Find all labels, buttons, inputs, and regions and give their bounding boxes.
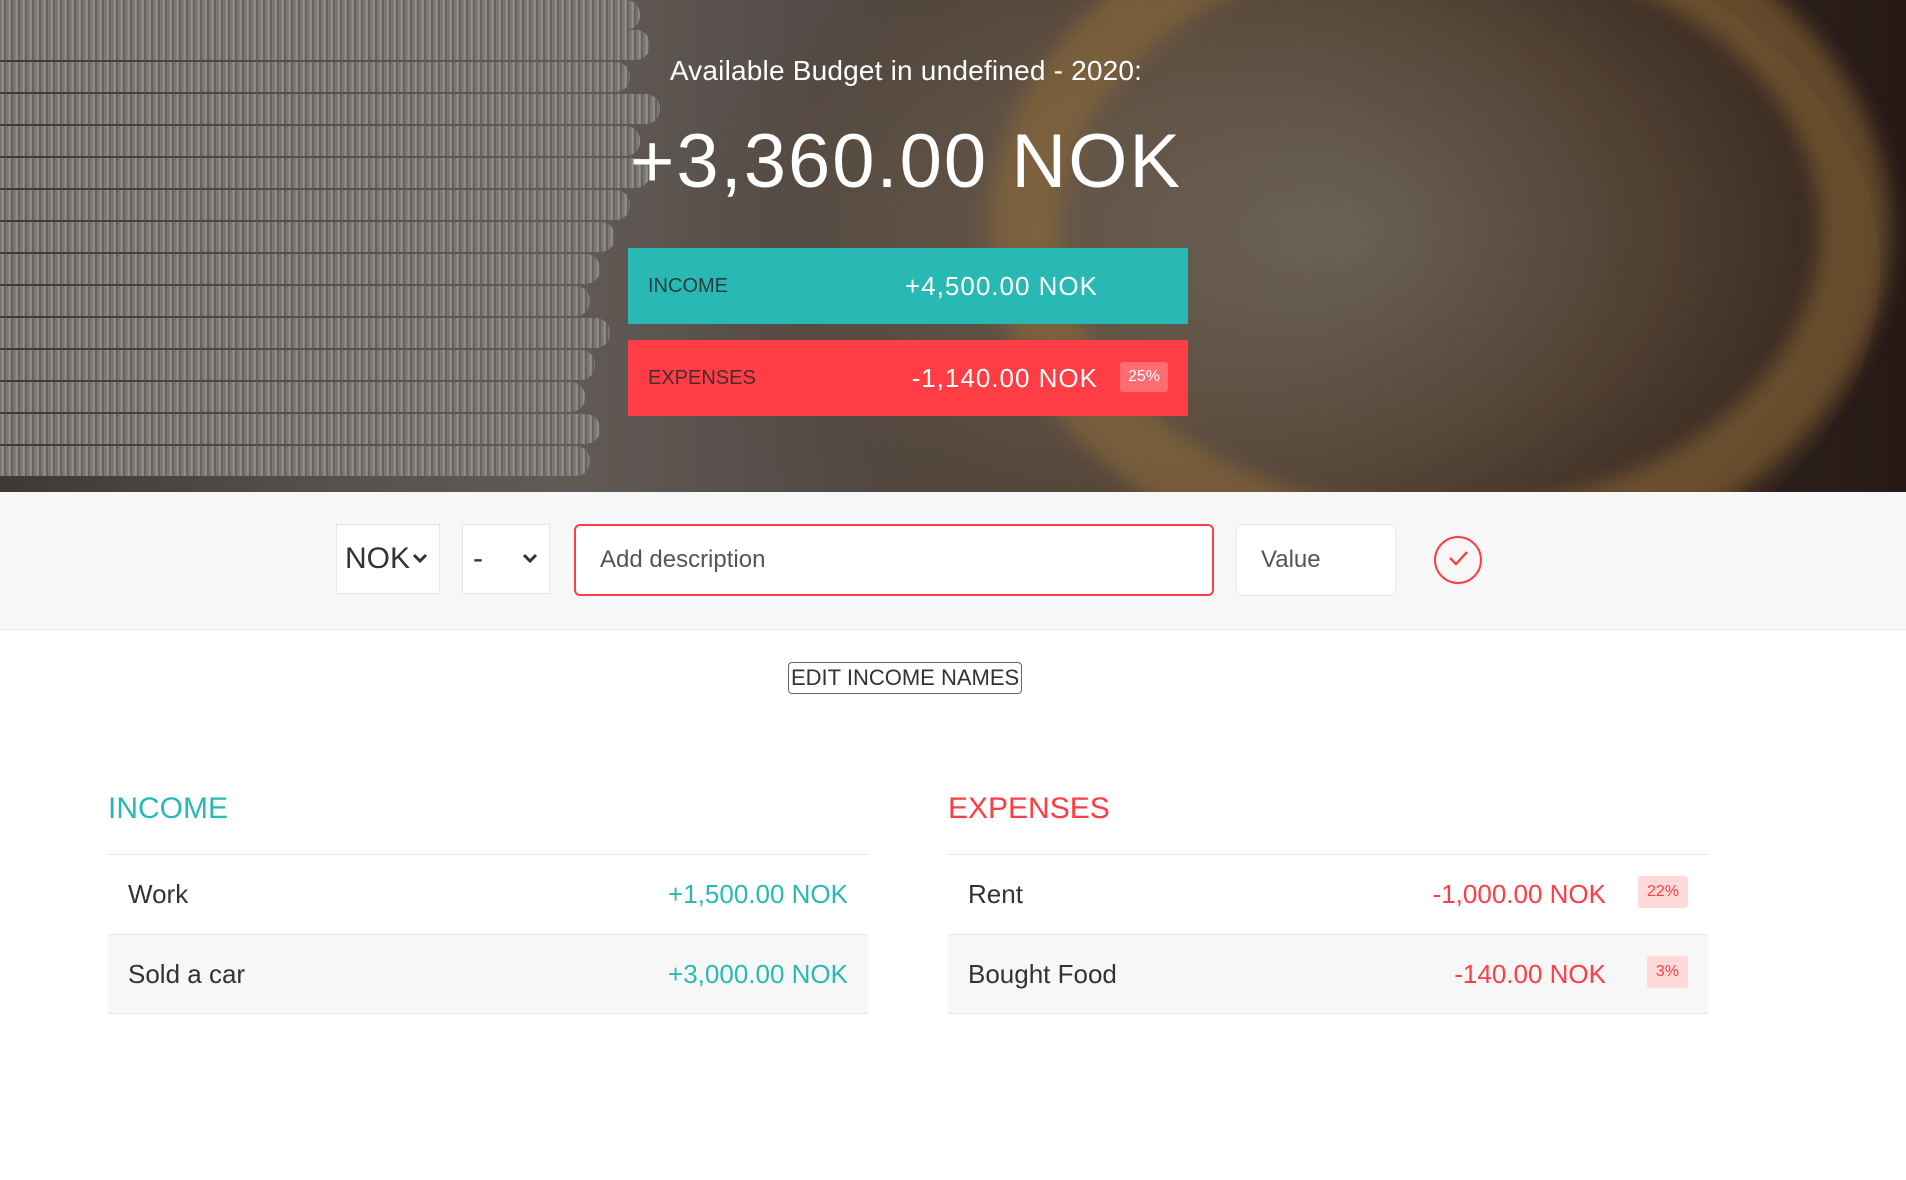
- currency-select[interactable]: NOK: [336, 524, 440, 594]
- value-input[interactable]: Value: [1236, 524, 1396, 596]
- checkmark-circle-icon: [1445, 545, 1471, 576]
- budget-income-label: Income: [648, 274, 728, 297]
- expense-item-value: -1,000.00 NOK: [1432, 879, 1606, 909]
- expense-item-percentage: 3%: [1646, 956, 1688, 988]
- budget-income-value: +4,500.00 NOK: [905, 270, 1098, 301]
- income-item[interactable]: Work +1,500.00 NOK: [108, 854, 868, 934]
- expense-item[interactable]: Bought Food -140.00 NOK 3%: [948, 934, 1708, 1014]
- income-list: Income Work +1,500.00 NOK Sold a car +3,…: [108, 792, 868, 1014]
- budget-expenses-value: -1,140.00 NOK: [911, 362, 1098, 393]
- type-select[interactable]: -: [462, 524, 550, 594]
- budget-value: +3,360.00 NOK: [629, 119, 1183, 204]
- budget-header: Available Budget in undefined - 2020: +3…: [0, 0, 1906, 492]
- expense-item-percentage: 22%: [1637, 876, 1688, 908]
- income-item-description: Sold a car: [128, 958, 246, 989]
- edit-income-names-button[interactable]: EDIT INCOME NAMES: [788, 662, 1023, 694]
- description-input[interactable]: Add description: [574, 524, 1214, 596]
- budget-expenses-label: Expenses: [648, 366, 756, 389]
- budget-title: Available Budget in undefined - 2020:: [669, 55, 1143, 86]
- expense-item-description: Bought Food: [968, 958, 1117, 989]
- expense-item-description: Rent: [968, 879, 1023, 909]
- income-list-title: Income: [108, 792, 228, 825]
- budget-income-box: Income +4,500.00 NOK: [628, 248, 1188, 324]
- type-select-value: -: [473, 542, 483, 575]
- expense-item-value: -140.00 NOK: [1454, 958, 1606, 989]
- add-item-button[interactable]: [1434, 536, 1482, 584]
- income-item-description: Work: [128, 879, 189, 909]
- income-item[interactable]: Sold a car +3,000.00 NOK: [108, 934, 868, 1014]
- income-item-value: +1,500.00 NOK: [668, 879, 848, 909]
- currency-select-value: NOK: [345, 542, 411, 575]
- expenses-list-title: Expenses: [948, 792, 1110, 825]
- expenses-list: Expenses Rent -1,000.00 NOK 22% Bought F…: [948, 792, 1708, 1014]
- budget-expenses-percentage: 25%: [1119, 362, 1168, 392]
- chevron-down-icon: [521, 549, 539, 573]
- income-item-value: +3,000.00 NOK: [668, 958, 848, 989]
- expense-item[interactable]: Rent -1,000.00 NOK 22%: [948, 854, 1708, 934]
- add-item-bar: NOK - Add description Value: [0, 492, 1906, 630]
- budget-expenses-box: Expenses -1,140.00 NOK 25%: [628, 340, 1188, 416]
- chevron-down-icon: [411, 549, 429, 573]
